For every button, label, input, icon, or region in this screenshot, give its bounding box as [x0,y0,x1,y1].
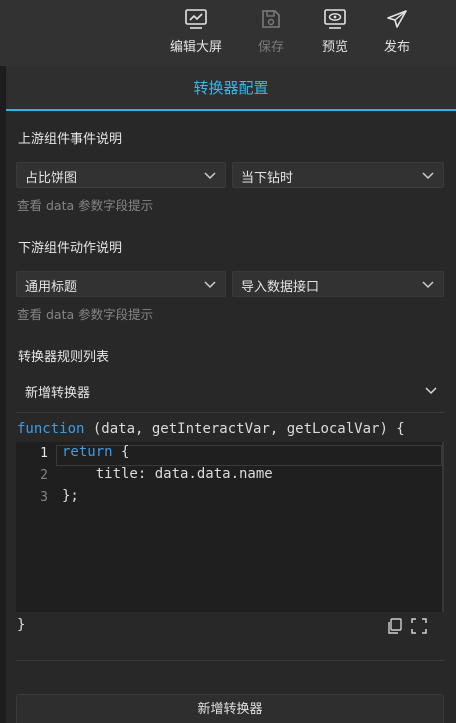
copy-icon[interactable] [386,617,404,635]
save-disk-icon [262,10,280,28]
chevron-down-icon [422,172,434,180]
add-converter-label: 新增转换器 [197,702,263,717]
function-signature: function (data, getInteractVar, getLocal… [17,421,405,437]
chevron-down-icon [425,387,437,395]
downstream-component-select[interactable]: 通用标题 [16,271,226,297]
upstream-data-hint-link[interactable]: 查看 data 参数字段提示 [17,195,153,214]
save-button[interactable]: 保存 [252,8,290,58]
fullscreen-icon[interactable] [410,617,428,635]
upstream-event-select[interactable]: 当下钻时 [232,162,444,188]
add-converter-button[interactable]: 新增转换器 [16,694,444,723]
upstream-component-select[interactable]: 占比饼图 [16,162,226,188]
rules-section-title: 转换器规则列表 [18,350,110,365]
chevron-down-icon [204,281,216,289]
top-toolbar: 编辑大屏 保存 预览 发布 [0,0,456,66]
converter-item-label: 新增转换器 [25,386,91,401]
upstream-event-value: 当下钻时 [241,171,294,186]
preview-button[interactable]: 预览 [316,8,354,58]
divider [16,412,444,413]
downstream-section-title: 下游组件动作说明 [18,241,123,256]
function-keyword: function [17,421,85,437]
save-label: 保存 [257,40,284,55]
downstream-action-select[interactable]: 导入数据接口 [232,271,444,297]
panel-header-tab[interactable]: 转换器配置 [6,66,456,111]
downstream-action-value: 导入数据接口 [241,280,320,295]
publish-label: 发布 [383,40,410,55]
converter-config-panel: 转换器配置 上游组件事件说明 占比饼图 当下钻时 查看 data 参数字段提示 … [6,66,456,723]
upstream-component-value: 占比饼图 [25,171,78,186]
code-line: return { [62,444,130,460]
chevron-down-icon [422,281,434,289]
chart-monitor-icon [185,9,207,29]
line-number: 3 [40,490,48,505]
eye-monitor-icon [324,9,346,29]
code-line: title: data.data.name [62,466,273,482]
code-line: }; [62,488,79,504]
edit-screen-button[interactable]: 编辑大屏 [166,8,226,58]
chevron-down-icon [204,172,216,180]
panel-title: 转换器配置 [193,79,269,97]
preview-label: 预览 [321,40,348,55]
paper-plane-icon [387,10,407,28]
function-params: (data, getInteractVar, getLocalVar) { [84,421,405,437]
converter-collapse-header[interactable]: 新增转换器 [16,375,444,405]
edit-screen-label: 编辑大屏 [169,40,222,55]
downstream-data-hint-link[interactable]: 查看 data 参数字段提示 [17,304,153,323]
downstream-component-value: 通用标题 [25,280,78,295]
line-number: 1 [40,446,48,461]
divider [16,660,444,661]
function-closing-brace: } [17,617,26,633]
line-number: 2 [40,468,48,483]
publish-button[interactable]: 发布 [378,8,416,58]
upstream-section-title: 上游组件事件说明 [18,132,123,147]
code-editor[interactable]: 1 return { 2 title: data.data.name 3 }; [16,442,444,612]
